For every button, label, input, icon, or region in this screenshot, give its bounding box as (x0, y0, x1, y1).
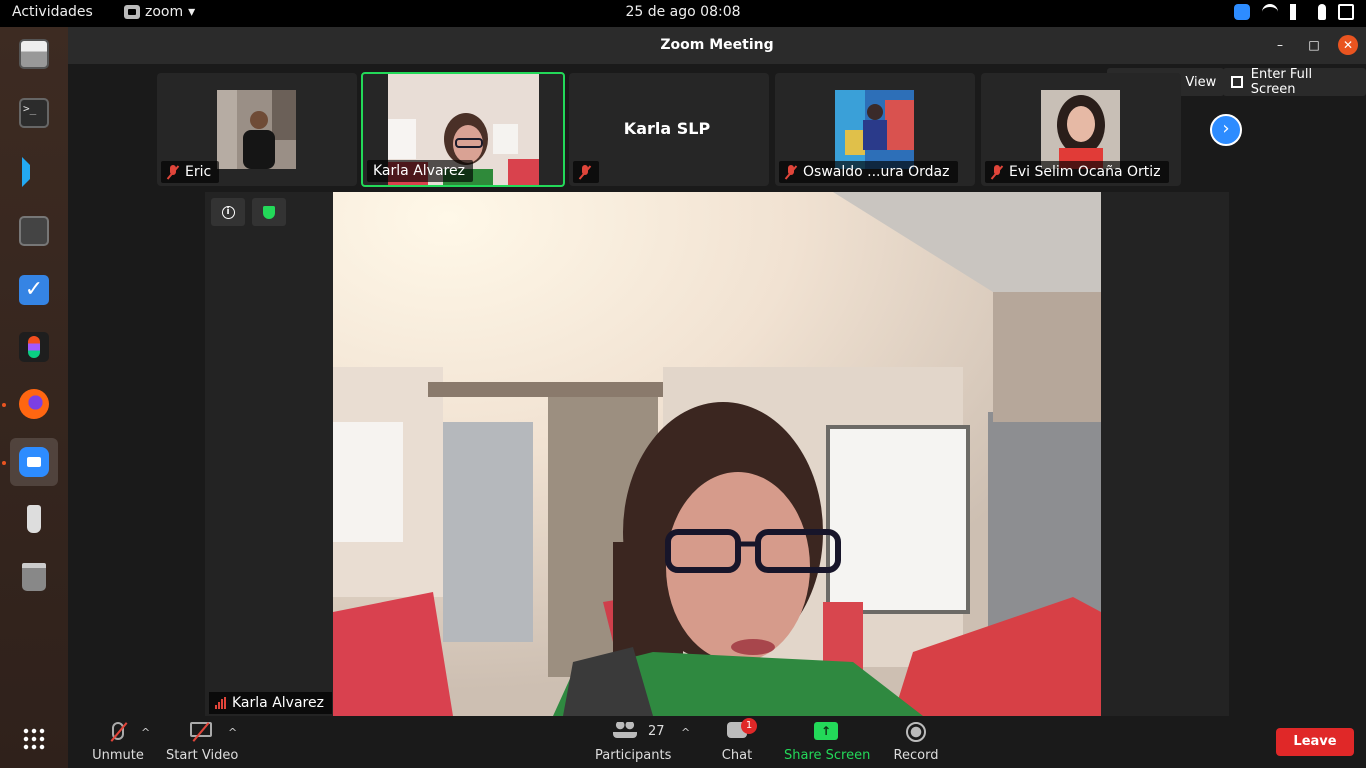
participant-name: Oswaldo ...ura Ordaz (803, 164, 950, 180)
start-video-button[interactable]: Start Video (166, 716, 239, 768)
files-icon (19, 39, 49, 69)
clock[interactable]: 25 de ago 08:08 (0, 4, 1366, 20)
share-screen-button[interactable]: ↑ Share Screen (784, 716, 871, 768)
participant-name-bar: Oswaldo ...ura Ordaz (779, 161, 958, 183)
participants-icon (613, 722, 637, 738)
participant-name: Evi Selim Ocaña Ortiz (1009, 164, 1161, 180)
muted-mic-icon (785, 165, 797, 179)
app-menu[interactable]: zoom ▾ (124, 4, 195, 20)
participant-tile-oswaldo[interactable]: Oswaldo ...ura Ordaz (775, 73, 975, 186)
dock-trash[interactable] (10, 553, 58, 601)
leave-button[interactable]: Leave (1276, 728, 1354, 756)
participant-display-name: Karla SLP (623, 119, 711, 138)
connection-signal-icon (215, 697, 226, 709)
wifi-icon[interactable] (1262, 4, 1278, 20)
system-top-bar: Actividades zoom ▾ 25 de ago 08:08 (0, 0, 1366, 27)
muted-mic-icon (167, 165, 179, 179)
shield-icon (263, 205, 275, 219)
meeting-info-button[interactable]: i (211, 198, 245, 226)
active-speaker-video (333, 192, 1101, 716)
chat-unread-badge: 1 (741, 718, 757, 734)
audio-options-caret[interactable]: ^ (141, 726, 150, 739)
maximize-button[interactable]: □ (1304, 35, 1324, 55)
participant-tile-eric[interactable]: Eric (157, 73, 357, 186)
dock-todo[interactable]: ✓ (10, 266, 58, 314)
unmute-button[interactable]: Unmute (90, 716, 146, 768)
microphone-icon[interactable] (1318, 4, 1326, 20)
video-options-caret[interactable]: ^ (228, 726, 237, 739)
active-speaker-name-bar: Karla Alvarez (209, 692, 332, 714)
fullscreen-icon (1231, 76, 1243, 88)
minimize-button[interactable]: – (1270, 35, 1290, 55)
unmute-label: Unmute (92, 748, 144, 763)
terminal-icon: >_ (19, 98, 49, 128)
dock-calculator[interactable] (10, 207, 58, 255)
participant-name: Eric (185, 164, 212, 180)
app-grid-icon (22, 727, 46, 751)
muted-mic-icon (579, 165, 591, 179)
participant-name-bar (573, 161, 599, 183)
record-button[interactable]: Record (890, 716, 942, 768)
participants-button[interactable]: 27 Participants (595, 716, 672, 768)
share-screen-icon: ↑ (814, 722, 838, 740)
meeting-toolbar: Unmute ^ Start Video ^ 27 Participants ^… (68, 716, 1366, 768)
volume-icon[interactable] (1290, 4, 1306, 20)
battery-icon[interactable] (1338, 4, 1354, 20)
participant-name: Karla Alvarez (373, 163, 465, 179)
running-indicator (2, 461, 6, 465)
chat-button[interactable]: 1 Chat (715, 716, 759, 768)
full-screen-label: Enter Full Screen (1250, 67, 1313, 97)
participants-label: Participants (595, 748, 672, 763)
start-video-label: Start Video (166, 748, 239, 763)
checkbox-icon: ✓ (19, 275, 49, 305)
usb-drive-icon (27, 505, 41, 533)
next-page-button[interactable]: › (1210, 114, 1242, 146)
participant-video (217, 90, 296, 169)
close-button[interactable]: ✕ (1338, 35, 1358, 55)
participant-name-bar: Evi Selim Ocaña Ortiz (985, 161, 1169, 183)
chevron-down-icon: ▾ (188, 4, 196, 20)
dock-firefox[interactable] (10, 380, 58, 428)
participant-video (1041, 90, 1120, 169)
participant-tile-karla-alvarez[interactable]: Karla Alvarez (361, 72, 565, 187)
dock: >_ ✓ (0, 27, 68, 768)
window-title: Zoom Meeting (660, 37, 774, 53)
dock-files[interactable] (10, 30, 58, 78)
participant-name-bar: Eric (161, 161, 220, 183)
share-screen-label: Share Screen (784, 748, 871, 763)
show-applications-button[interactable] (10, 715, 58, 763)
muted-mic-icon (991, 165, 1003, 179)
encryption-button[interactable] (252, 198, 286, 226)
record-icon (906, 722, 926, 742)
participant-tile-karla-slp[interactable]: Karla SLP (569, 73, 769, 186)
participant-video (835, 90, 914, 169)
chat-label: Chat (721, 748, 753, 763)
calculator-icon (19, 216, 49, 246)
vscode-icon (22, 157, 46, 187)
activities-button[interactable]: Actividades (12, 4, 93, 20)
window-title-bar[interactable]: Zoom Meeting – □ ✕ (68, 27, 1366, 64)
record-label: Record (893, 748, 939, 763)
trash-icon (22, 563, 46, 591)
running-indicator (2, 403, 6, 407)
figma-icon (19, 332, 49, 362)
zoom-app-icon (124, 5, 140, 19)
dock-usb-drive[interactable] (10, 495, 58, 543)
firefox-icon (19, 389, 49, 419)
full-screen-button[interactable]: Enter Full Screen (1223, 67, 1366, 97)
info-icon: i (221, 205, 235, 219)
dock-terminal[interactable]: >_ (10, 89, 58, 137)
dock-vscode[interactable] (10, 148, 58, 196)
zoom-icon (19, 447, 49, 477)
zoom-tray-icon[interactable] (1234, 4, 1250, 20)
participants-options-caret[interactable]: ^ (681, 726, 690, 739)
dock-zoom[interactable] (10, 438, 58, 486)
system-tray[interactable] (1234, 4, 1354, 20)
dock-figma[interactable] (10, 323, 58, 371)
participants-count: 27 (648, 724, 665, 739)
participant-name-bar: Karla Alvarez (367, 160, 473, 182)
participant-tile-evi[interactable]: Evi Selim Ocaña Ortiz (981, 73, 1181, 186)
app-menu-label: zoom (145, 4, 184, 20)
active-speaker-name: Karla Alvarez (232, 695, 324, 711)
